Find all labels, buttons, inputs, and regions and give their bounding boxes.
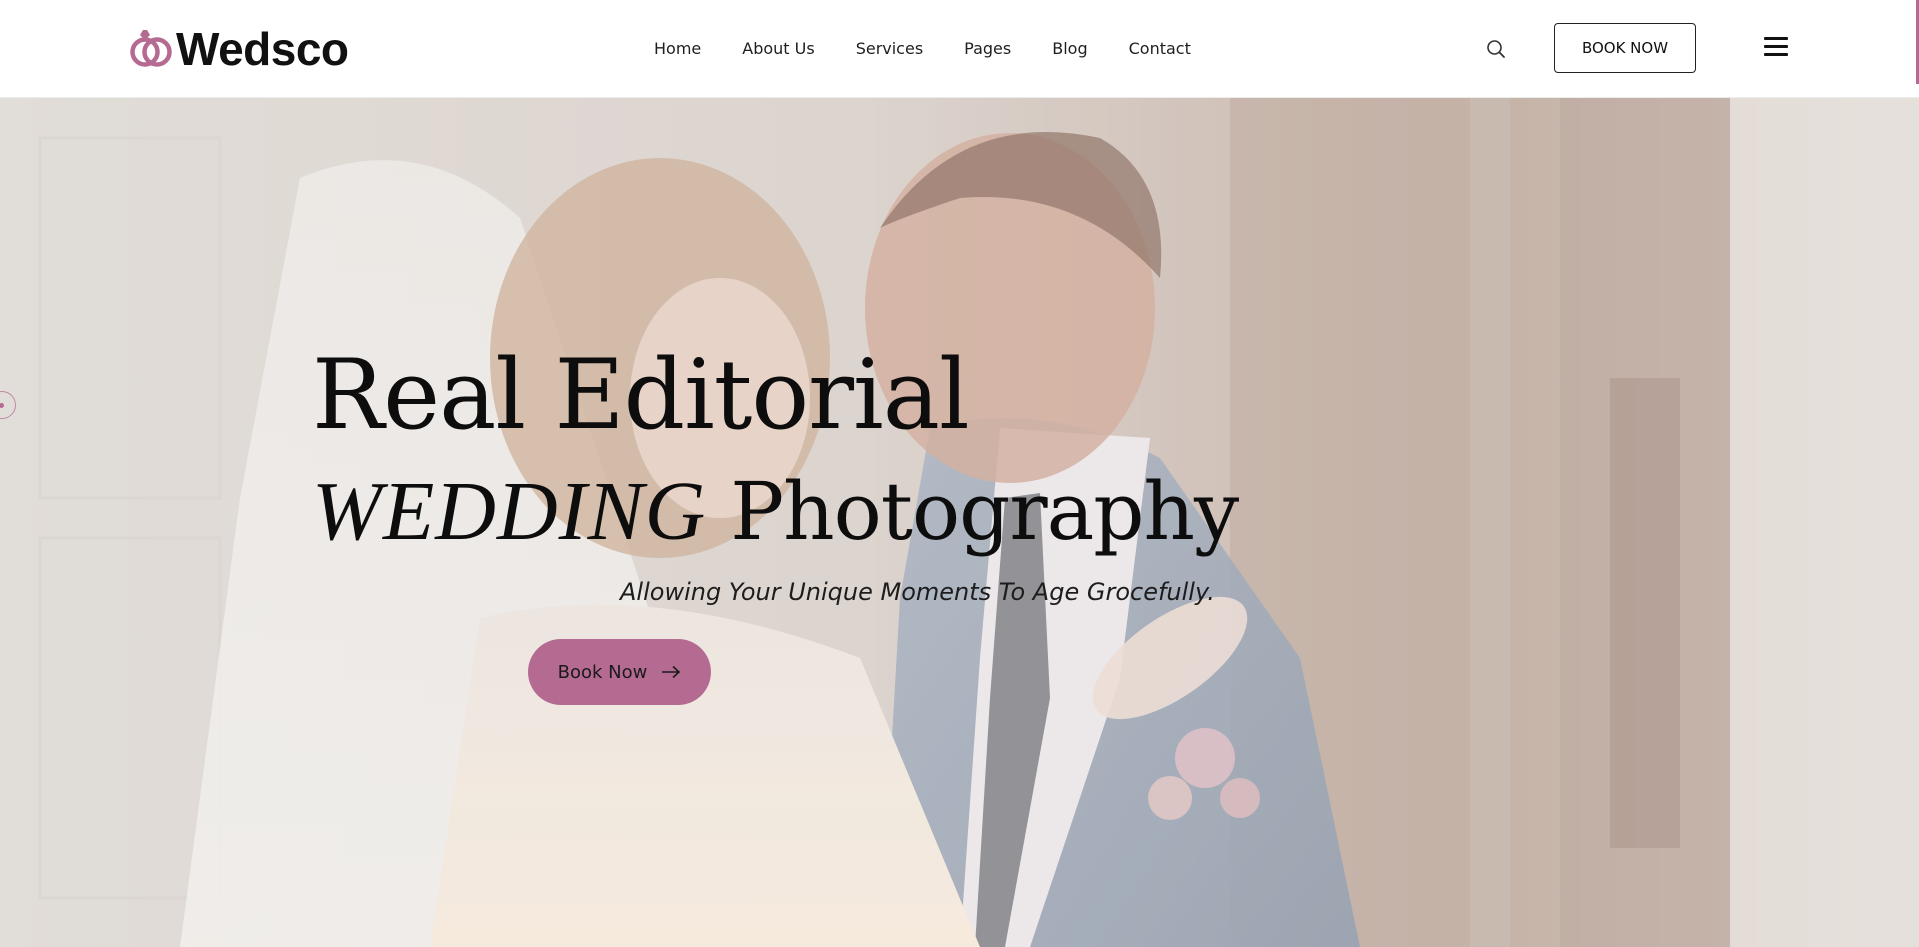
book-now-hero-button[interactable]: Book Now (528, 639, 711, 705)
hero-title-line1: Real Editorial (312, 339, 970, 451)
nav-item-home[interactable]: Home (654, 37, 701, 61)
search-icon[interactable] (1485, 38, 1507, 60)
nav-item-about-us[interactable]: About Us (742, 37, 814, 61)
nav-item-pages[interactable]: Pages (964, 37, 1011, 61)
nav-item-blog[interactable]: Blog (1052, 37, 1087, 61)
book-now-hero-label: Book Now (557, 661, 648, 683)
hero-title-line2: WEDDING Photography (312, 462, 1239, 584)
arrow-right-icon (662, 665, 681, 679)
hero-title-plain-word: Photography (730, 465, 1239, 558)
hero-section: Real Editorial WEDDING Photography Allowi… (0, 98, 1919, 947)
rings-icon (130, 30, 172, 67)
site-logo[interactable]: Wedsco (128, 26, 349, 72)
hero-tagline: Allowing Your Unique Moments To Age Groc… (620, 578, 1215, 606)
main-nav: Home About Us Services Pages Blog Contac… (654, 37, 1191, 61)
brand-name: Wedsco (176, 23, 349, 75)
book-now-header-button[interactable]: BOOK NOW (1554, 23, 1696, 73)
nav-item-contact[interactable]: Contact (1129, 37, 1191, 61)
site-header: Wedsco Home About Us Services Pages Blog… (0, 0, 1919, 98)
hero-title-italic-word: WEDDING (312, 465, 707, 558)
nav-item-services[interactable]: Services (856, 37, 923, 61)
hamburger-menu-icon[interactable] (1764, 37, 1788, 59)
